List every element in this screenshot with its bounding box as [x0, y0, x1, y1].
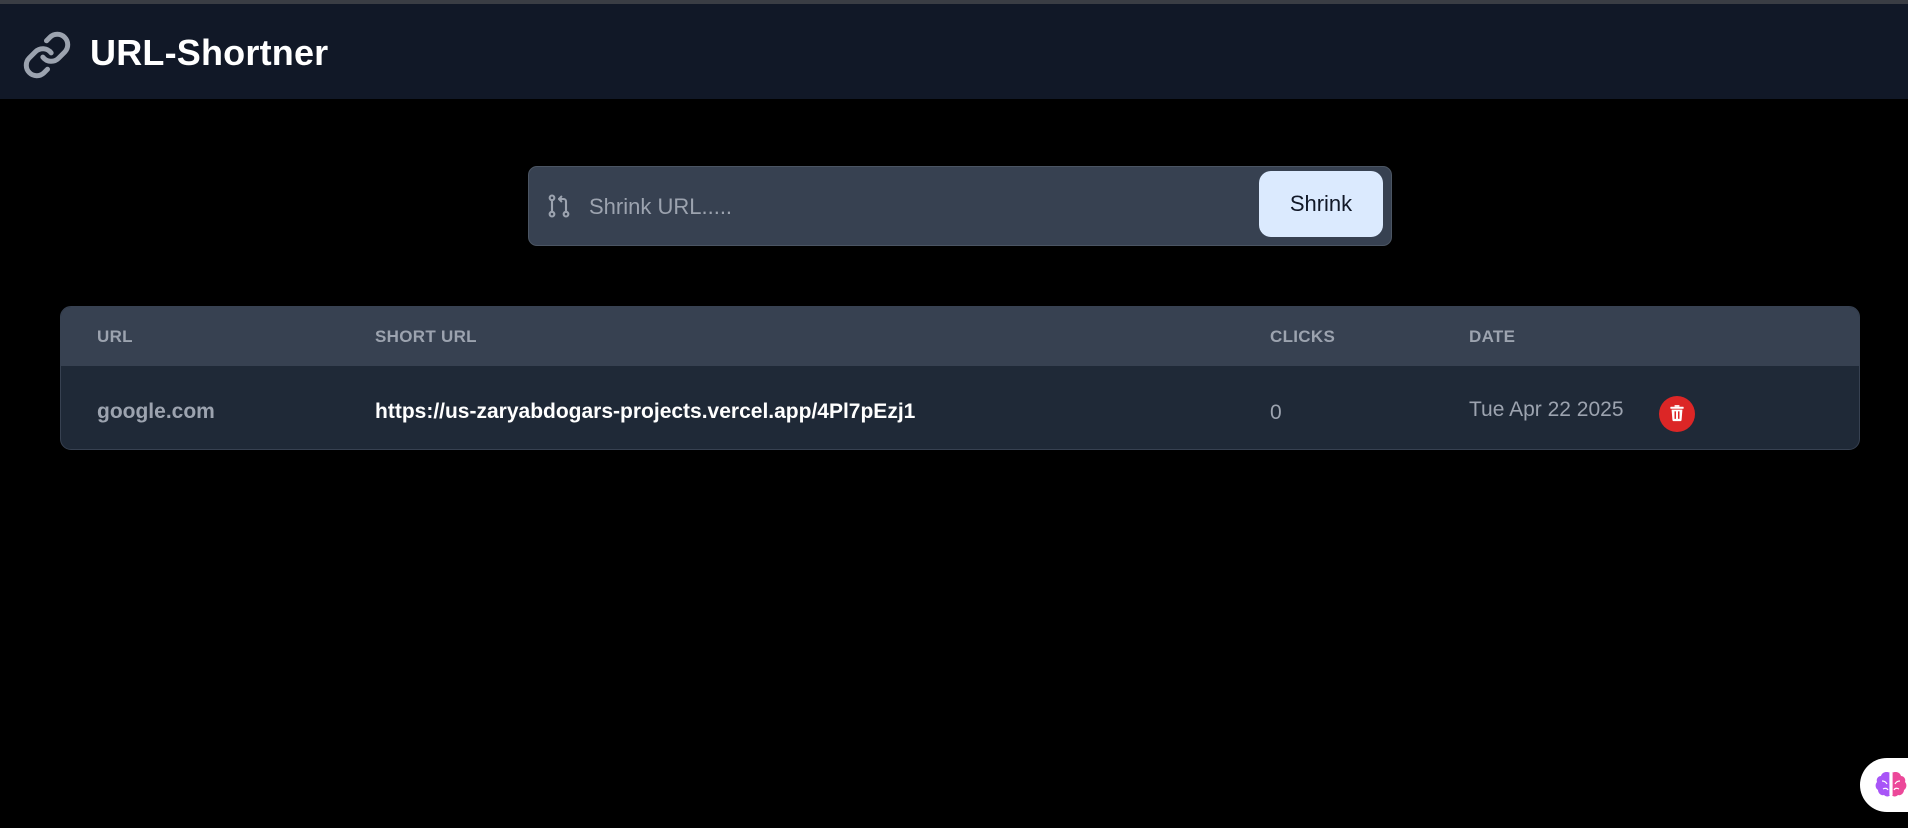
- header-clicks: CLICKS: [1270, 327, 1336, 346]
- delete-button[interactable]: [1659, 396, 1695, 432]
- original-url: google.com: [97, 400, 215, 423]
- app-title: URL-Shortner: [90, 32, 329, 73]
- header-url: URL: [97, 327, 133, 346]
- assistant-launcher[interactable]: [1860, 758, 1908, 812]
- click-count: 0: [1270, 401, 1282, 424]
- table-header: URL SHORT URL CLICKS DATE: [61, 307, 1859, 366]
- shrink-url-form: Shrink: [528, 166, 1392, 246]
- link-icon: [22, 30, 72, 80]
- git-pull-request-icon: [545, 191, 573, 221]
- short-url-link[interactable]: https://us-zaryabdogars-projects.vercel.…: [375, 400, 915, 424]
- urls-table: URL SHORT URL CLICKS DATE google.com htt…: [60, 306, 1860, 450]
- trash-icon: [1667, 403, 1687, 426]
- shrink-button[interactable]: Shrink: [1259, 171, 1383, 237]
- header-date: DATE: [1469, 327, 1516, 346]
- navbar: URL-Shortner: [0, 4, 1908, 99]
- shrink-url-input[interactable]: [589, 185, 1229, 229]
- table-row: google.com https://us-zaryabdogars-proje…: [61, 366, 1859, 449]
- header-short-url: SHORT URL: [375, 327, 477, 346]
- brain-icon: [1874, 768, 1908, 802]
- created-date: Tue Apr 22 2025: [1469, 398, 1624, 421]
